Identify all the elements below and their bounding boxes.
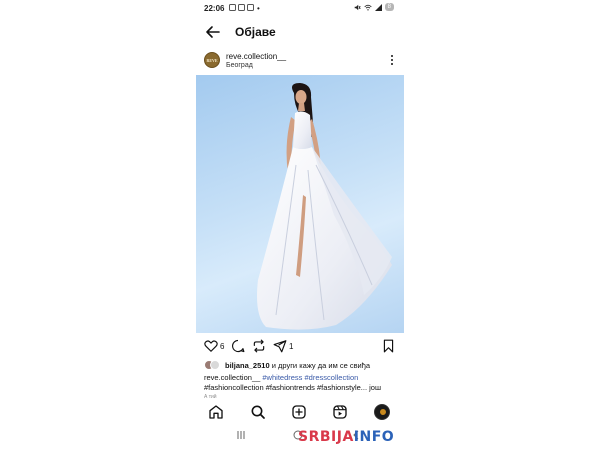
status-right: 8 bbox=[354, 3, 394, 11]
status-time: 22:06 bbox=[204, 4, 225, 13]
notification-icons bbox=[229, 4, 254, 11]
share-icon[interactable] bbox=[273, 339, 287, 353]
post-photo[interactable] bbox=[196, 75, 404, 333]
hashtag[interactable]: #fashioncollection bbox=[204, 383, 264, 392]
comment-icon[interactable] bbox=[231, 339, 245, 353]
heart-icon[interactable] bbox=[204, 339, 218, 353]
signal-icon bbox=[374, 3, 382, 11]
recent-apps-icon[interactable] bbox=[236, 430, 246, 440]
phone-screen: 22:06 • 8 Објаве REVE reve.collection__ … bbox=[196, 0, 404, 450]
hashtag[interactable]: #fashiontrends bbox=[266, 383, 315, 392]
hashtag[interactable]: #fashionstyle... bbox=[317, 383, 367, 392]
watermark-part2: INFO bbox=[353, 429, 395, 445]
hashtag[interactable]: #dresscollection bbox=[305, 373, 359, 382]
caption-more-link[interactable]: још bbox=[369, 383, 381, 392]
shares-count[interactable]: 1 bbox=[289, 342, 293, 351]
back-arrow-icon[interactable] bbox=[203, 22, 223, 42]
liker-avatar bbox=[210, 360, 220, 370]
search-icon[interactable] bbox=[250, 404, 266, 420]
post-caption-line2: #fashioncollection #fashiontrends #fashi… bbox=[204, 383, 381, 393]
bookmark-icon[interactable] bbox=[382, 339, 395, 353]
page-title: Објаве bbox=[235, 25, 276, 39]
liked-by-username[interactable]: biljana_2510 bbox=[225, 361, 270, 370]
liked-by-rest: и други кажу да им се свиђа bbox=[269, 360, 371, 370]
reels-icon[interactable] bbox=[332, 404, 348, 420]
top-header: Објаве bbox=[196, 22, 404, 42]
hashtag[interactable]: #whitedress bbox=[262, 373, 302, 382]
profile-avatar-tab[interactable] bbox=[374, 404, 390, 420]
battery-level: 8 bbox=[384, 3, 394, 11]
wifi-icon bbox=[364, 4, 372, 10]
repost-icon[interactable] bbox=[252, 339, 266, 353]
watermark-part1: SRBIJA bbox=[298, 429, 354, 445]
liked-by-row[interactable]: biljana_2510 и други кажу да им се свиђа bbox=[204, 360, 370, 370]
liked-by-text: biljana_2510 и други кажу да им се свиђа bbox=[225, 361, 370, 370]
cutoff-text: А тий bbox=[204, 394, 217, 399]
watermark-logo: SRBIJAINFO bbox=[298, 429, 394, 445]
create-post-icon[interactable] bbox=[291, 404, 307, 420]
post-author-username[interactable]: reve.collection__ bbox=[226, 52, 286, 61]
status-bar: 22:06 • 8 bbox=[196, 3, 404, 15]
post-action-bar: 6 1 bbox=[196, 338, 404, 356]
mute-icon bbox=[354, 4, 361, 10]
bottom-navigation bbox=[196, 401, 404, 423]
home-icon[interactable] bbox=[208, 404, 224, 420]
likes-count[interactable]: 6 bbox=[220, 342, 224, 351]
caption-username[interactable]: reve.collection__ bbox=[204, 373, 260, 382]
post-location[interactable]: Београд bbox=[226, 62, 253, 69]
post-caption: reve.collection__ #whitedress #dresscoll… bbox=[204, 373, 400, 383]
post-author-avatar[interactable]: REVE bbox=[204, 52, 220, 68]
avatar-logo-text: REVE bbox=[206, 57, 218, 63]
status-dot: • bbox=[257, 4, 260, 13]
model-in-white-dress-image bbox=[257, 83, 392, 330]
more-vertical-icon[interactable] bbox=[390, 53, 394, 67]
